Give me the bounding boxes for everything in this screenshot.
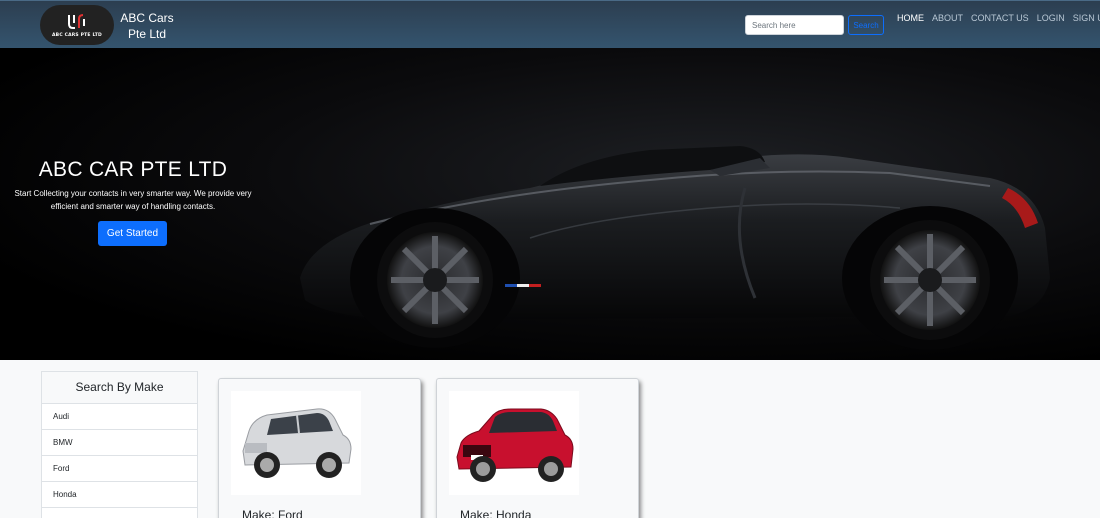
search-button[interactable]: Search [848, 15, 884, 35]
logo-text: ABC CARS PTE LTD [52, 32, 102, 38]
card-title-ford: Make: Ford [242, 508, 303, 518]
hero-description: Start Collecting your contacts in very s… [14, 189, 252, 211]
make-item-ford[interactable]: Ford [42, 456, 197, 482]
sidebar-title: Search By Make [42, 372, 197, 404]
hero-banner: ABC CAR PTE LTD Start Collecting your co… [0, 48, 1100, 360]
search-by-make-panel: Search By Make Audi BMW Ford Honda [41, 371, 198, 518]
car-card-ford[interactable]: Make: Ford [218, 378, 421, 518]
nav-about[interactable]: ABOUT [932, 13, 963, 23]
nav-home[interactable]: HOME [897, 13, 924, 23]
make-item-bmw[interactable]: BMW [42, 430, 197, 456]
silver-suv-image [231, 391, 361, 495]
nav-sign-up[interactable]: SIGN UP [1073, 13, 1100, 23]
car-card-honda[interactable]: Make: Honda [436, 378, 639, 518]
hero-car-image [300, 146, 1050, 350]
brand-name-line2: Pte Ltd [127, 27, 167, 41]
logo-mark-icon [68, 13, 85, 29]
nav-contact-us[interactable]: CONTACT US [971, 13, 1029, 23]
get-started-button[interactable]: Get Started [98, 221, 167, 246]
navbar: ABC CARS PTE LTD ABC Cars Pte Ltd Search… [0, 0, 1100, 48]
brand-logo[interactable]: ABC CARS PTE LTD [40, 5, 114, 45]
make-item-honda[interactable]: Honda [42, 482, 197, 508]
nav-login[interactable]: LOGIN [1037, 13, 1065, 23]
card-title-honda: Make: Honda [460, 508, 532, 518]
hero-title: ABC CAR PTE LTD [38, 158, 228, 181]
brand-name-line1: ABC Cars [120, 11, 174, 25]
make-item-audi[interactable]: Audi [42, 404, 197, 430]
red-sedan-image [449, 391, 579, 495]
brand-name[interactable]: ABC Cars Pte Ltd [117, 10, 177, 42]
search-input[interactable] [745, 15, 844, 35]
nav-links: HOME ABOUT CONTACT US LOGIN SIGN UP [897, 13, 1100, 23]
